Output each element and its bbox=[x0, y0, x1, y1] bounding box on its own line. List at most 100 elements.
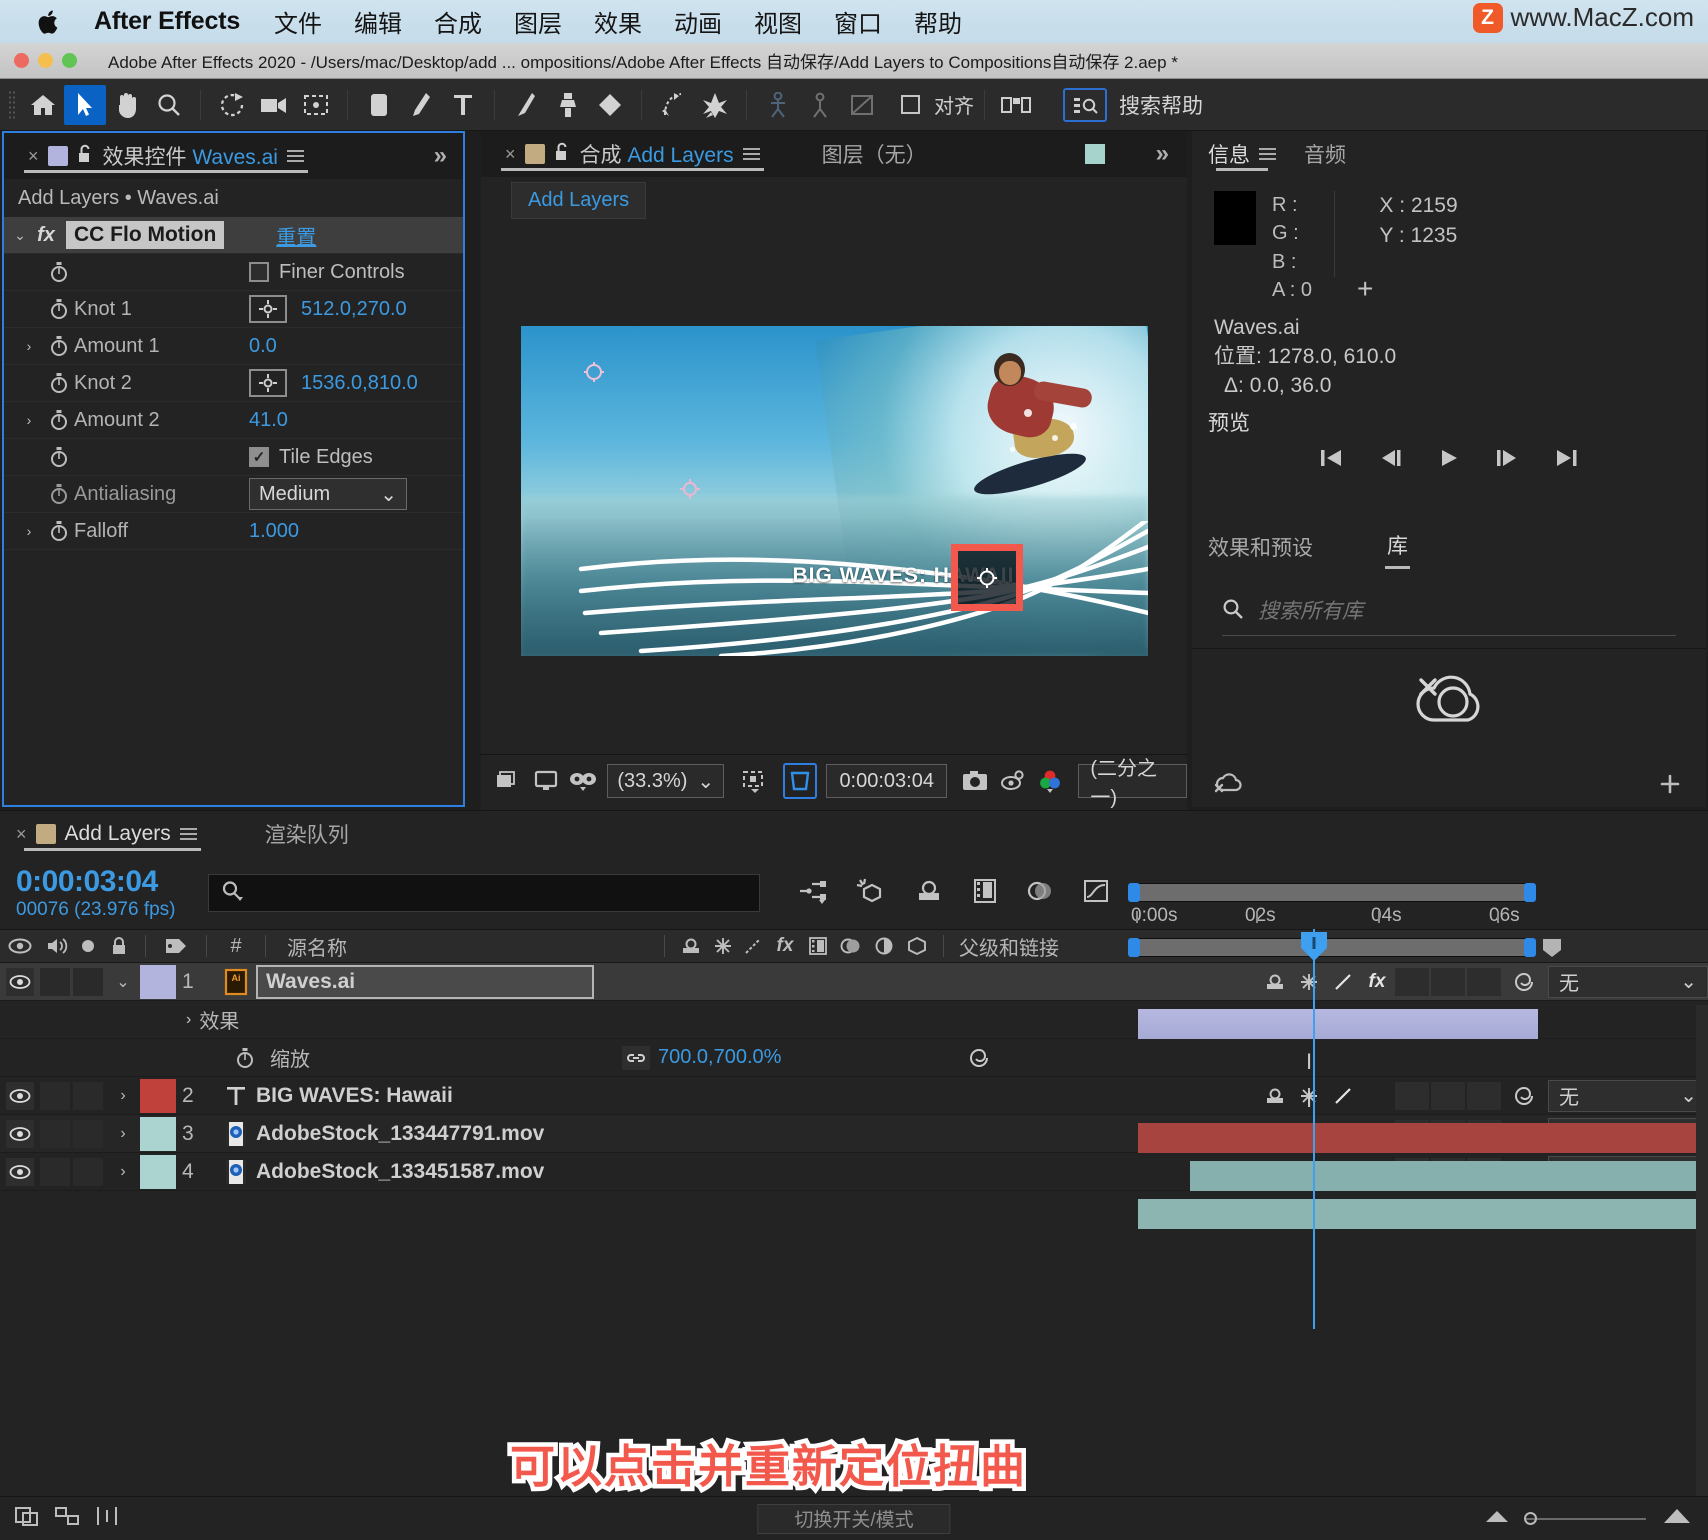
roto-brush-tool-icon[interactable] bbox=[652, 85, 694, 125]
add-library-button[interactable] bbox=[1656, 772, 1684, 801]
layer-name-input[interactable]: Waves.ai bbox=[256, 965, 594, 999]
property-row-antialiasing[interactable]: Antialiasing Medium ⌄ bbox=[4, 476, 463, 513]
layer-label-color[interactable] bbox=[140, 1155, 176, 1189]
home-icon[interactable] bbox=[22, 85, 64, 125]
reset-button[interactable]: 重置 bbox=[276, 221, 316, 250]
tab-audio[interactable]: 音频 bbox=[1304, 131, 1346, 177]
monitor-icon[interactable] bbox=[528, 763, 562, 799]
shy-switch-icon[interactable] bbox=[1258, 967, 1292, 997]
stopwatch-icon[interactable] bbox=[44, 372, 74, 394]
tab-effect-controls[interactable]: × 效果控件 Waves.ai bbox=[16, 133, 316, 179]
3d-layer-switch[interactable] bbox=[1467, 1082, 1501, 1110]
stopwatch-icon[interactable] bbox=[44, 446, 74, 468]
frame-blending-switch[interactable] bbox=[1395, 968, 1429, 996]
timeline-current-time[interactable]: 0:00:03:04 bbox=[16, 865, 176, 899]
work-area-start-handle[interactable] bbox=[1128, 883, 1140, 902]
layer-solo-toggle[interactable] bbox=[73, 1120, 103, 1148]
toggle-switches-modes-icon[interactable] bbox=[14, 1504, 40, 1533]
shape-tool-icon[interactable] bbox=[358, 85, 400, 125]
lock-icon[interactable] bbox=[554, 142, 571, 167]
anchor-point-tool-icon[interactable] bbox=[295, 85, 337, 125]
timeline-vertical-scrollbar[interactable] bbox=[1696, 1005, 1708, 1525]
panel-menu-icon[interactable] bbox=[1259, 148, 1276, 160]
draft-3d-icon[interactable] bbox=[856, 878, 886, 909]
property-row-knot-2[interactable]: Knot 2 1536.0,810.0 bbox=[4, 365, 463, 402]
region-of-interest-icon[interactable] bbox=[737, 763, 771, 799]
layer-parent-dropdown[interactable]: 无 ⌄ bbox=[1548, 966, 1708, 998]
link-chain-icon[interactable] bbox=[622, 1046, 650, 1070]
property-row-finer-controls[interactable]: Finer Controls bbox=[4, 254, 463, 291]
work-area-start-handle-bottom[interactable] bbox=[1128, 938, 1140, 957]
menu-edit[interactable]: 编辑 bbox=[354, 4, 402, 39]
menu-animation[interactable]: 动画 bbox=[674, 4, 722, 39]
zoom-tool-icon[interactable] bbox=[148, 85, 190, 125]
close-icon[interactable]: × bbox=[505, 144, 516, 165]
puppet-pin-tool-icon[interactable] bbox=[694, 85, 736, 125]
zoom-level-dropdown[interactable]: (33.3%) ⌄ bbox=[607, 764, 724, 798]
rotation-tool-icon[interactable] bbox=[211, 85, 253, 125]
comp-marker-icon[interactable] bbox=[1542, 938, 1562, 963]
composition-timecode[interactable]: 0:00:03:04 bbox=[826, 764, 947, 798]
layer-bar-waves[interactable] bbox=[1138, 1009, 1538, 1039]
stopwatch-icon[interactable] bbox=[44, 483, 74, 505]
effects-switch-placeholder[interactable] bbox=[1360, 1081, 1394, 1111]
puppet-overlap-icon[interactable] bbox=[799, 85, 841, 125]
breadcrumb-item[interactable]: Add Layers bbox=[511, 182, 646, 219]
work-area-bar-bottom[interactable] bbox=[1131, 938, 1535, 957]
layer-bar-big-waves[interactable] bbox=[1138, 1123, 1708, 1153]
parent-pickwhip-icon[interactable] bbox=[957, 1043, 1003, 1073]
knot-2-value[interactable]: 1536.0,810.0 bbox=[301, 372, 418, 395]
type-tool-icon[interactable] bbox=[442, 85, 484, 125]
enable-frame-blending-icon[interactable] bbox=[972, 878, 998, 909]
amount-2-value[interactable]: 41.0 bbox=[249, 409, 288, 432]
composition-mini-flowchart-footer-icon[interactable] bbox=[54, 1504, 80, 1533]
close-icon[interactable]: × bbox=[28, 146, 39, 167]
panel-menu-icon[interactable] bbox=[287, 150, 304, 162]
cloud-sync-off-icon[interactable] bbox=[1214, 772, 1246, 801]
shy-switch-icon[interactable] bbox=[1258, 1081, 1292, 1111]
close-icon[interactable]: × bbox=[16, 824, 27, 845]
channel-rgb-icon[interactable] bbox=[1033, 763, 1067, 799]
layer-bar-adobestock-133447791[interactable] bbox=[1190, 1161, 1708, 1191]
property-row-knot-1[interactable]: Knot 1 512.0,270.0 bbox=[4, 291, 463, 328]
menu-effect[interactable]: 效果 bbox=[594, 4, 642, 39]
brush-tool-icon[interactable] bbox=[505, 85, 547, 125]
panel-menu-icon[interactable] bbox=[743, 148, 760, 160]
layer-audio-toggle[interactable] bbox=[40, 968, 70, 996]
chevron-right-icon[interactable]: › bbox=[186, 1011, 191, 1029]
stopwatch-icon[interactable] bbox=[44, 261, 74, 283]
3d-layer-switch[interactable] bbox=[1467, 968, 1501, 996]
pen-tool-icon[interactable] bbox=[400, 85, 442, 125]
workspace-icon[interactable] bbox=[995, 85, 1037, 125]
library-search-input[interactable] bbox=[1258, 600, 1676, 624]
composition-canvas[interactable]: BIG WAVES: HAWAII bbox=[521, 326, 1148, 656]
stopwatch-icon[interactable] bbox=[44, 409, 74, 431]
tab-layer[interactable]: 图层（无） bbox=[810, 131, 939, 177]
toolbar-grip[interactable] bbox=[8, 90, 16, 120]
stopwatch-icon[interactable] bbox=[44, 520, 74, 542]
transparency-grid-icon[interactable] bbox=[783, 763, 818, 799]
zoom-in-timeline-icon[interactable] bbox=[1662, 1507, 1692, 1530]
timeline-search-field[interactable] bbox=[208, 874, 760, 912]
playhead-handle[interactable] bbox=[1299, 931, 1329, 968]
libraries-search-row[interactable] bbox=[1222, 598, 1676, 636]
tab-render-queue[interactable]: 渲染队列 bbox=[253, 811, 361, 857]
chevron-right-icon[interactable]: › bbox=[106, 1163, 140, 1181]
layer-audio-toggle[interactable] bbox=[40, 1120, 70, 1148]
work-area-end-handle[interactable] bbox=[1524, 883, 1536, 902]
zoom-out-timeline-icon[interactable] bbox=[1484, 1508, 1510, 1529]
layer-visibility-toggle[interactable] bbox=[0, 1082, 40, 1110]
previous-frame-icon[interactable] bbox=[1378, 447, 1404, 474]
layer-name[interactable]: AdobeStock_133447791.mov bbox=[256, 1122, 594, 1146]
tab-libraries[interactable]: 库 bbox=[1387, 530, 1408, 565]
chevron-right-icon[interactable]: › bbox=[14, 338, 44, 354]
motion-blur-footer-icon[interactable] bbox=[94, 1504, 120, 1533]
show-snapshot-icon[interactable] bbox=[995, 763, 1029, 799]
finer-controls-checkbox[interactable] bbox=[249, 262, 269, 282]
tab-composition[interactable]: × 合成 Add Layers bbox=[493, 131, 772, 177]
tab-timeline-add-layers[interactable]: × Add Layers bbox=[16, 811, 209, 857]
3d-glasses-icon[interactable] bbox=[566, 763, 600, 799]
main-view-icon[interactable] bbox=[491, 763, 525, 799]
panel-menu-icon[interactable] bbox=[180, 828, 197, 840]
motion-blur-switch[interactable] bbox=[1431, 968, 1465, 996]
